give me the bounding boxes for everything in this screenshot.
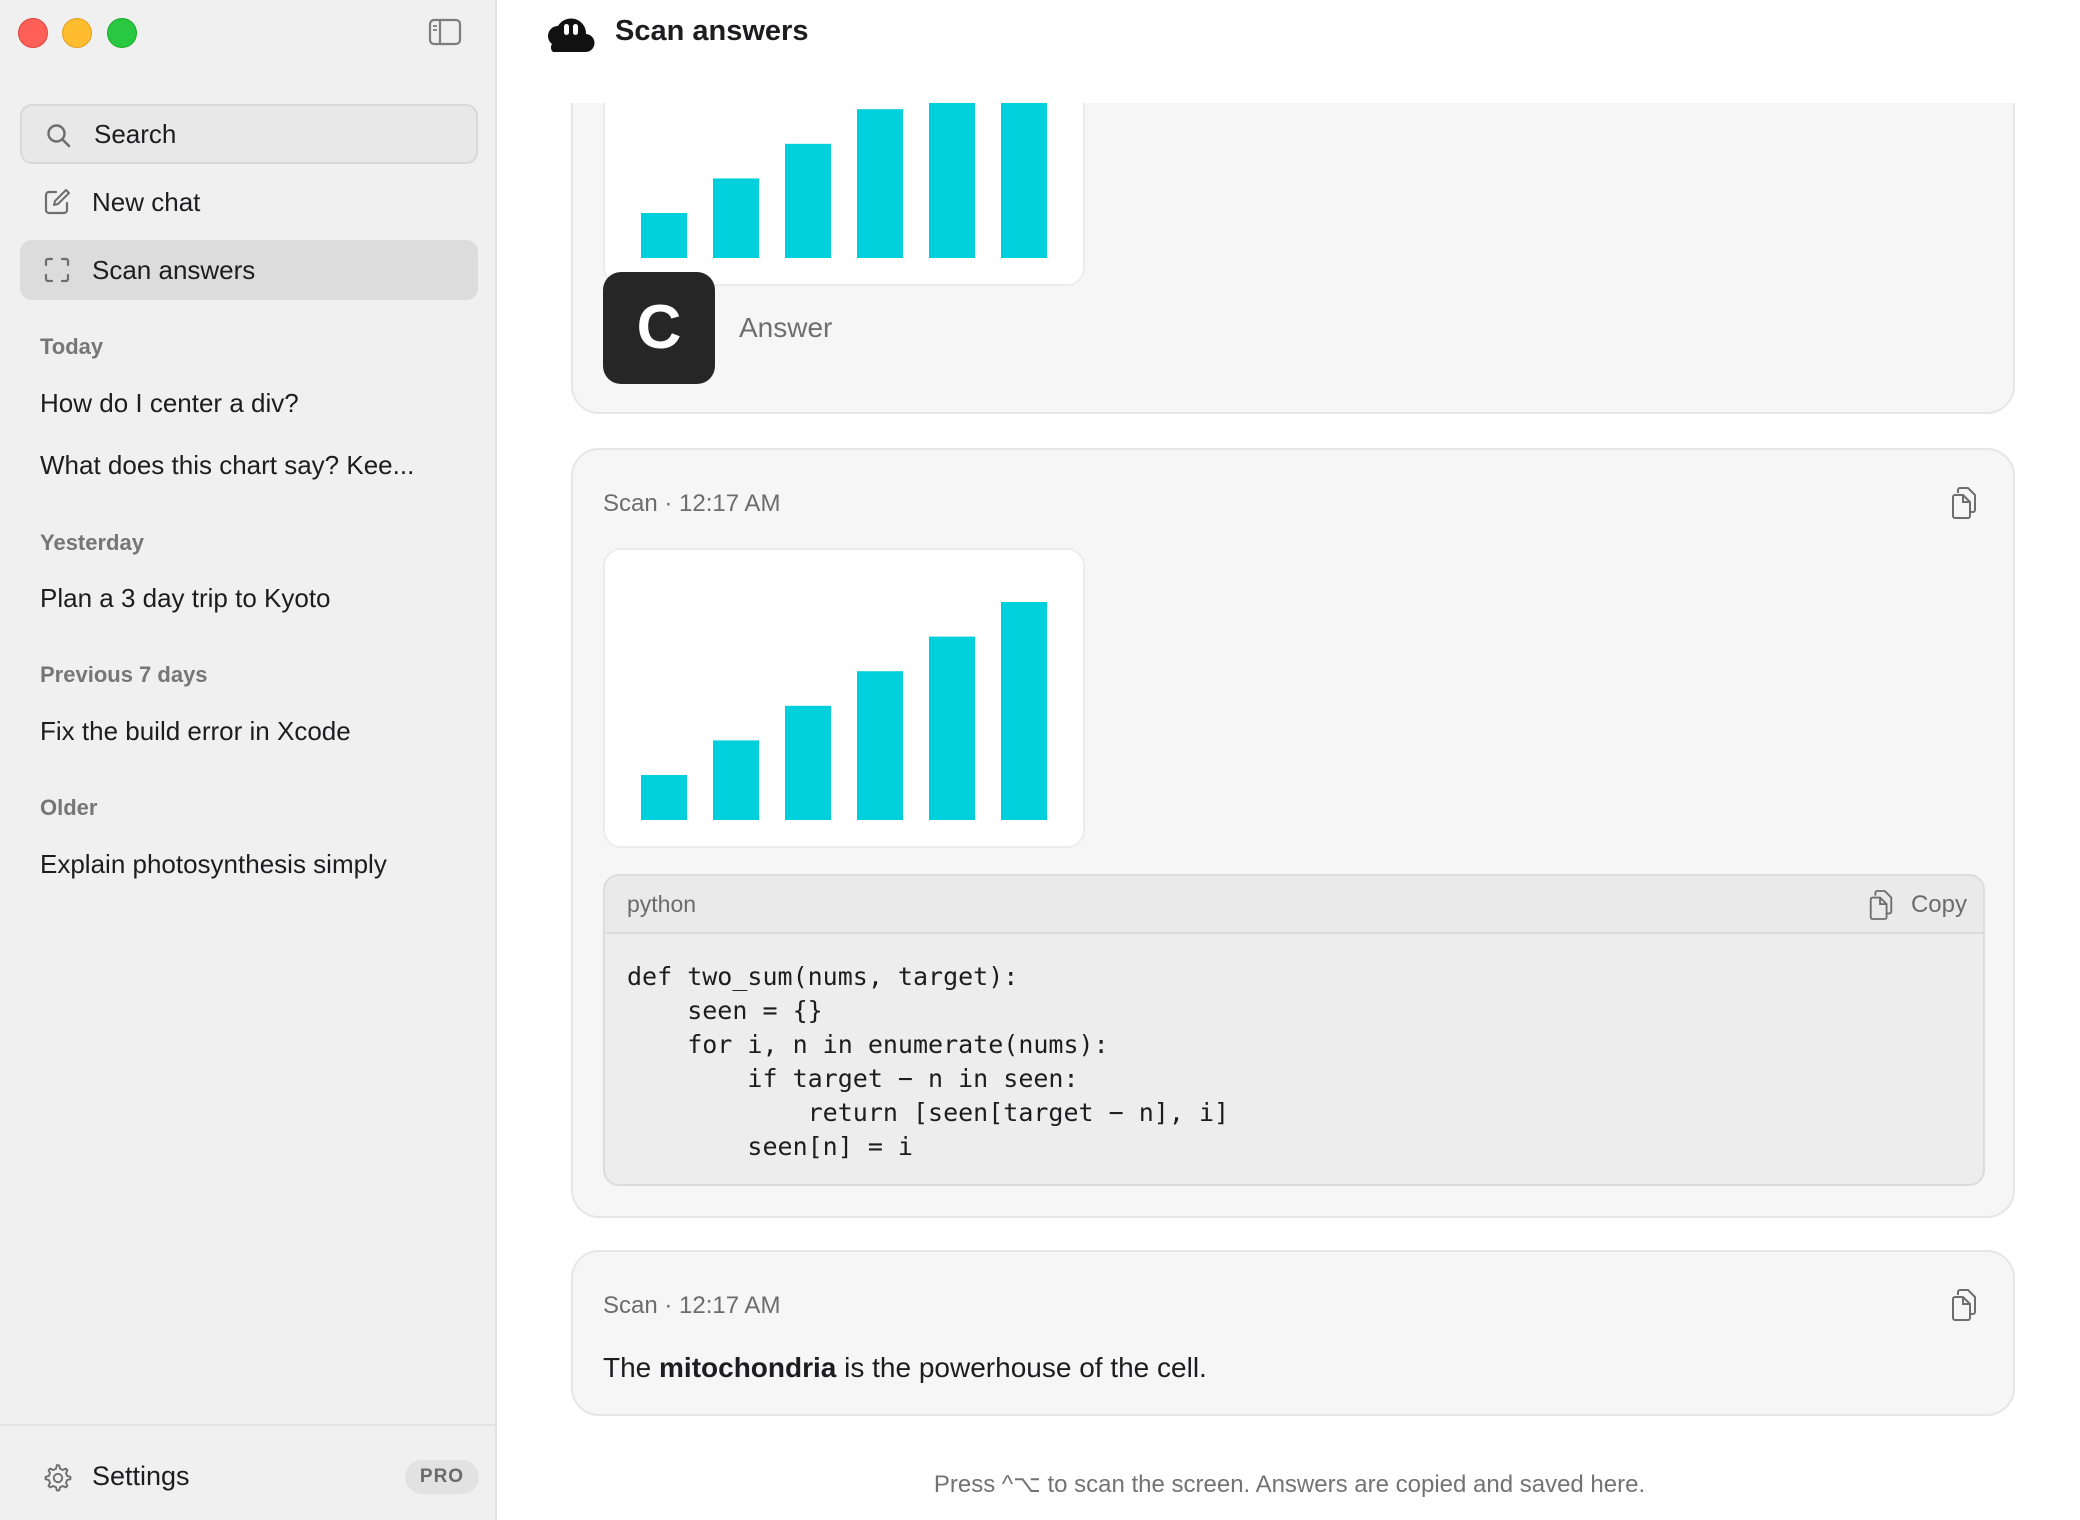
section-heading-older: Older bbox=[40, 795, 98, 820]
code-block-header: python Copy bbox=[605, 876, 1983, 934]
code-content: def two_sum(nums, target): seen = {} for… bbox=[627, 962, 1230, 1161]
history-item[interactable]: Explain photosynthesis simply bbox=[40, 849, 387, 880]
history-item[interactable]: Plan a 3 day trip to Kyoto bbox=[40, 583, 331, 614]
chart-bar-2 bbox=[713, 740, 759, 820]
scan-shortcut-hint: Press ^⌥ to scan the screen. Answers are… bbox=[933, 1471, 1646, 1498]
main-content: Scan answers C Answer Scan · 12:17 AM py… bbox=[499, 0, 2080, 1520]
copy-code-button[interactable]: Copy bbox=[1867, 886, 1967, 924]
pro-badge: PRO bbox=[405, 1460, 479, 1494]
search-button[interactable]: Search bbox=[20, 104, 478, 164]
scan-frame-icon bbox=[44, 257, 70, 283]
chart-bar-4 bbox=[857, 671, 903, 820]
history-item[interactable]: How do I center a div? bbox=[40, 388, 299, 419]
section-heading-today: Today bbox=[40, 334, 104, 359]
chart-bar-1 bbox=[641, 213, 687, 258]
bar-chart bbox=[603, 548, 1085, 848]
section-heading-previous-7-days: Previous 7 days bbox=[40, 662, 208, 687]
close-window-button[interactable] bbox=[18, 18, 48, 48]
history-item[interactable]: What does this chart say? Kee... bbox=[40, 450, 414, 481]
scan-card: Scan · 12:17 AM The mitochondria is the … bbox=[571, 1250, 2015, 1416]
answer-text-start: The bbox=[603, 1352, 660, 1383]
settings-button[interactable]: Settings PRO bbox=[0, 1424, 497, 1520]
copy-code-label: Copy bbox=[1910, 891, 1967, 918]
answer-letter-badge: C bbox=[603, 272, 715, 384]
settings-label: Settings bbox=[92, 1461, 190, 1491]
scan-timestamp: Scan · 12:17 AM bbox=[603, 1292, 781, 1319]
answer-text-end: is the powerhouse of the cell. bbox=[836, 1352, 1207, 1383]
new-chat-button[interactable]: New chat bbox=[20, 172, 478, 232]
chart-bar-6 bbox=[1001, 602, 1047, 820]
chart-bar-1 bbox=[641, 775, 687, 820]
scan-answers-button[interactable]: Scan answers bbox=[20, 240, 478, 300]
scan-timestamp: Scan · 12:17 AM bbox=[603, 490, 781, 517]
code-block: python Copy def two_sum(nums, target): s… bbox=[603, 874, 1985, 1186]
section-heading-yesterday: Yesterday bbox=[40, 530, 144, 555]
chart-bar-3 bbox=[785, 705, 831, 820]
gear-icon bbox=[44, 1464, 72, 1492]
app-title: Scan answers bbox=[615, 15, 809, 47]
copy-icon bbox=[1869, 890, 1893, 920]
chart-bar-3 bbox=[785, 143, 831, 258]
code-language-label: python bbox=[627, 891, 697, 917]
zoom-window-button[interactable] bbox=[107, 18, 137, 48]
bar-chart-plot bbox=[641, 602, 1047, 820]
answer-label: Answer bbox=[739, 312, 833, 343]
new-chat-label: New chat bbox=[92, 186, 201, 217]
cloud-logo-icon bbox=[548, 18, 595, 53]
history-item[interactable]: Fix the build error in Xcode bbox=[40, 716, 351, 747]
answer-text-bold: mitochondria bbox=[659, 1352, 837, 1383]
sidebar-toggle-icon[interactable] bbox=[428, 18, 462, 46]
compose-icon bbox=[44, 189, 70, 215]
scan-card: Scan · 12:17 AM python Copy def two_sum(… bbox=[571, 448, 2015, 1218]
title-bar: Scan answers bbox=[499, 0, 2080, 103]
copy-icon[interactable] bbox=[1949, 1288, 1979, 1322]
chart-bar-5 bbox=[929, 636, 975, 820]
chart-bar-2 bbox=[713, 178, 759, 258]
chart-bar-4 bbox=[857, 109, 903, 258]
answer-text: The mitochondria is the powerhouse of th… bbox=[603, 1352, 1207, 1384]
sidebar: Search New chat Scan answers Today How d… bbox=[0, 0, 497, 1520]
search-label: Search bbox=[94, 118, 177, 149]
search-icon bbox=[47, 124, 71, 148]
copy-icon[interactable] bbox=[1949, 486, 1979, 520]
scan-answers-label: Scan answers bbox=[92, 254, 256, 285]
minimize-window-button[interactable] bbox=[62, 18, 92, 48]
